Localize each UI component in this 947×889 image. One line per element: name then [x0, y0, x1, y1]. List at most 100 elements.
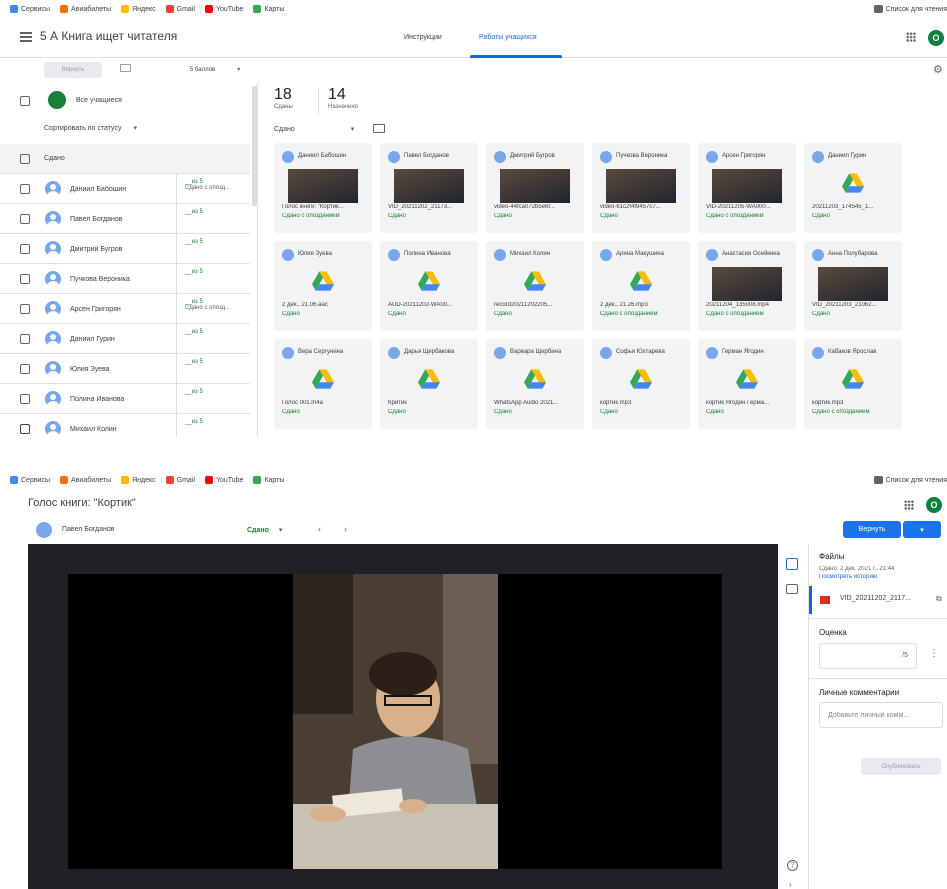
grade-cell[interactable]: __из 5 [176, 384, 250, 414]
card-status: Сдано [812, 213, 830, 219]
google-drive-icon [524, 271, 546, 291]
settings-gear-icon[interactable]: ⚙ [933, 63, 943, 76]
grade-cell[interactable]: __из 5 Сдано с опозд... [176, 294, 250, 324]
history-link[interactable]: Посмотреть историю [819, 574, 877, 580]
bookmark-maps[interactable]: Карты [253, 476, 284, 484]
student-name: Полина Иванова [70, 396, 125, 403]
submission-card[interactable]: Вера Сергунина Голос 001.m4a Сдано [274, 339, 372, 429]
submission-card[interactable]: Герман Ягодин кортик Ягодин Герма... Сдано [698, 339, 796, 429]
student-row[interactable]: Пучкова Вероника __из 5 [0, 264, 250, 294]
card-status: Сдано [494, 409, 512, 415]
student-checkbox[interactable] [20, 304, 30, 314]
bookmark-avia[interactable]: Авиабилеты [60, 476, 111, 484]
bookmark-yandex[interactable]: Яндекс [121, 5, 156, 13]
grade-input[interactable]: /5 [819, 643, 917, 669]
submission-card[interactable]: Анна Полубарова VID_20211203_21062... Сдан… [804, 241, 902, 331]
bookmark-avia[interactable]: Авиабилеты [60, 5, 111, 13]
bookmark-youtube[interactable]: YouTube [204, 476, 243, 484]
submission-card[interactable]: Арина Макушина 2 дек., 21.26.mp3 Сдано с о… [592, 241, 690, 331]
chevron-down-icon: ▾ [350, 126, 355, 133]
reading-list[interactable]: Список для чтения [873, 5, 947, 13]
return-button[interactable]: Вернуть [843, 521, 901, 538]
apps-icon[interactable] [906, 32, 916, 42]
grade-cell[interactable]: __из 5 [176, 264, 250, 294]
submission-card[interactable]: Полина Иванова AUD-20211202-WA00... Сдано [380, 241, 478, 331]
more-options-icon[interactable]: ⋮ [929, 648, 939, 659]
open-in-new-icon[interactable]: ⧉ [936, 594, 942, 604]
bookmark-services[interactable]: Сервисы [10, 476, 50, 484]
student-row[interactable]: Даниил Бабошин __из 5 Сдано с опозд... [0, 174, 250, 204]
section-checkbox[interactable] [20, 154, 30, 164]
reading-list[interactable]: Список для чтения [873, 476, 947, 484]
grade-cell[interactable]: __из 5 [176, 234, 250, 264]
bookmark-youtube[interactable]: YouTube [204, 5, 243, 13]
folder-icon[interactable] [373, 124, 385, 133]
panel-collapse-icon[interactable]: › [789, 880, 792, 889]
grade-cell[interactable]: __из 5 [176, 414, 250, 437]
submission-card[interactable]: Михаил Колин record20211202205... Сдано [486, 241, 584, 331]
submission-card[interactable]: Пучкова Вероника video-61c2f4f9457c7... Сд… [592, 143, 690, 233]
student-row[interactable]: Михаил Колин __из 5 [0, 414, 250, 437]
submission-card[interactable]: Дмитрий Бугров video-44fca072b5e6f... Сдан… [486, 143, 584, 233]
submission-card[interactable]: Софья Юхтарева кортик.mp3 Сдано [592, 339, 690, 429]
bookmark-yandex[interactable]: Яндекс [121, 476, 156, 484]
grade-cell[interactable]: __из 5 Сдано с опозд... [176, 174, 250, 204]
submission-card[interactable]: Павел Богданов VID_20211202_21173... Сдано [380, 143, 478, 233]
publish-button[interactable]: Опубликовать [861, 758, 941, 775]
student-checkbox[interactable] [20, 424, 30, 434]
submission-card[interactable]: Юлия Зуева 2 дек., 21.06.aac Сдано [274, 241, 372, 331]
student-list-scrollbar[interactable] [252, 86, 257, 206]
bookmark-gmail[interactable]: Gmail [165, 5, 195, 13]
return-button-disabled[interactable]: Вернуть [44, 62, 102, 78]
student-checkbox[interactable] [20, 244, 30, 254]
grade-cell[interactable]: __из 5 [176, 324, 250, 354]
student-row[interactable]: Арсен Григорян __из 5 Сдано с опозд... [0, 294, 250, 324]
student-row[interactable]: Павел Богданов __из 5 [0, 204, 250, 234]
submission-card[interactable]: Арсен Григорян VID-20211205-WA000... Сдано… [698, 143, 796, 233]
sort-select[interactable]: Сортировать по статусу ▾ [44, 124, 137, 132]
student-checkbox[interactable] [20, 184, 30, 194]
grade-suffix: /5 [902, 652, 908, 659]
student-row[interactable]: Юлия Зуева __из 5 [0, 354, 250, 384]
submission-card[interactable]: Даниил Гурин 20211203_174545_1... Сдано [804, 143, 902, 233]
student-checkbox[interactable] [20, 274, 30, 284]
account-avatar[interactable]: О [926, 497, 942, 513]
student-checkbox[interactable] [20, 214, 30, 224]
return-options-button[interactable]: ▾ [903, 521, 941, 538]
student-avatar [494, 249, 506, 261]
bookmark-gmail[interactable]: Gmail [165, 476, 195, 484]
filter-select[interactable]: Сдано ▾ [274, 125, 354, 133]
select-all-checkbox[interactable] [20, 96, 30, 106]
apps-icon[interactable] [904, 500, 914, 510]
menu-icon[interactable] [20, 32, 32, 42]
submission-card[interactable]: Даниил Бабошин Голос книги: "Кортик... Сда… [274, 143, 372, 233]
help-icon[interactable]: ? [787, 860, 798, 871]
account-avatar[interactable]: О [928, 30, 944, 46]
bookmark-services[interactable]: Сервисы [10, 5, 50, 13]
chevron-down-icon: ▾ [237, 67, 241, 73]
grade-cell[interactable]: __из 5 [176, 204, 250, 234]
comment-input[interactable]: Добавьте личный комм... [819, 702, 943, 728]
submission-card[interactable]: Варвара Щербина WhatsApp Audio 2021... Сда… [486, 339, 584, 429]
tab-instructions[interactable]: Инструкции [404, 34, 442, 41]
student-row[interactable]: Полина Иванова __из 5 [0, 384, 250, 414]
bookmark-maps[interactable]: Карты [253, 5, 284, 13]
student-checkbox[interactable] [20, 334, 30, 344]
student-row[interactable]: Дмитрий Бугров __из 5 [0, 234, 250, 264]
student-row[interactable]: Даниил Гурин __из 5 [0, 324, 250, 354]
status-select[interactable]: Сдано ▾ [247, 526, 282, 534]
points-select[interactable]: 5 баллов ▾ [190, 66, 240, 73]
submission-card[interactable]: Дарья Щербакова Критик Сдано [380, 339, 478, 429]
submission-card[interactable]: Анастасия Осейкина 20211204_135008.mp4 Сда… [698, 241, 796, 331]
next-student-icon[interactable]: › [344, 524, 347, 534]
tab-student-work[interactable]: Работы учащихся [479, 34, 537, 41]
prev-student-icon[interactable]: ‹ [318, 524, 321, 534]
grade-cell[interactable]: __из 5 [176, 354, 250, 384]
file-row[interactable]: VID_20211202_2117... ⧉ [809, 586, 947, 614]
email-icon[interactable] [120, 64, 131, 72]
student-checkbox[interactable] [20, 394, 30, 404]
student-checkbox[interactable] [20, 364, 30, 374]
comments-panel-icon[interactable] [786, 584, 798, 594]
details-panel-icon[interactable] [786, 558, 798, 570]
submission-card[interactable]: Кабаков Ярослав кортик.mp3 Сдано с опоздан… [804, 339, 902, 429]
